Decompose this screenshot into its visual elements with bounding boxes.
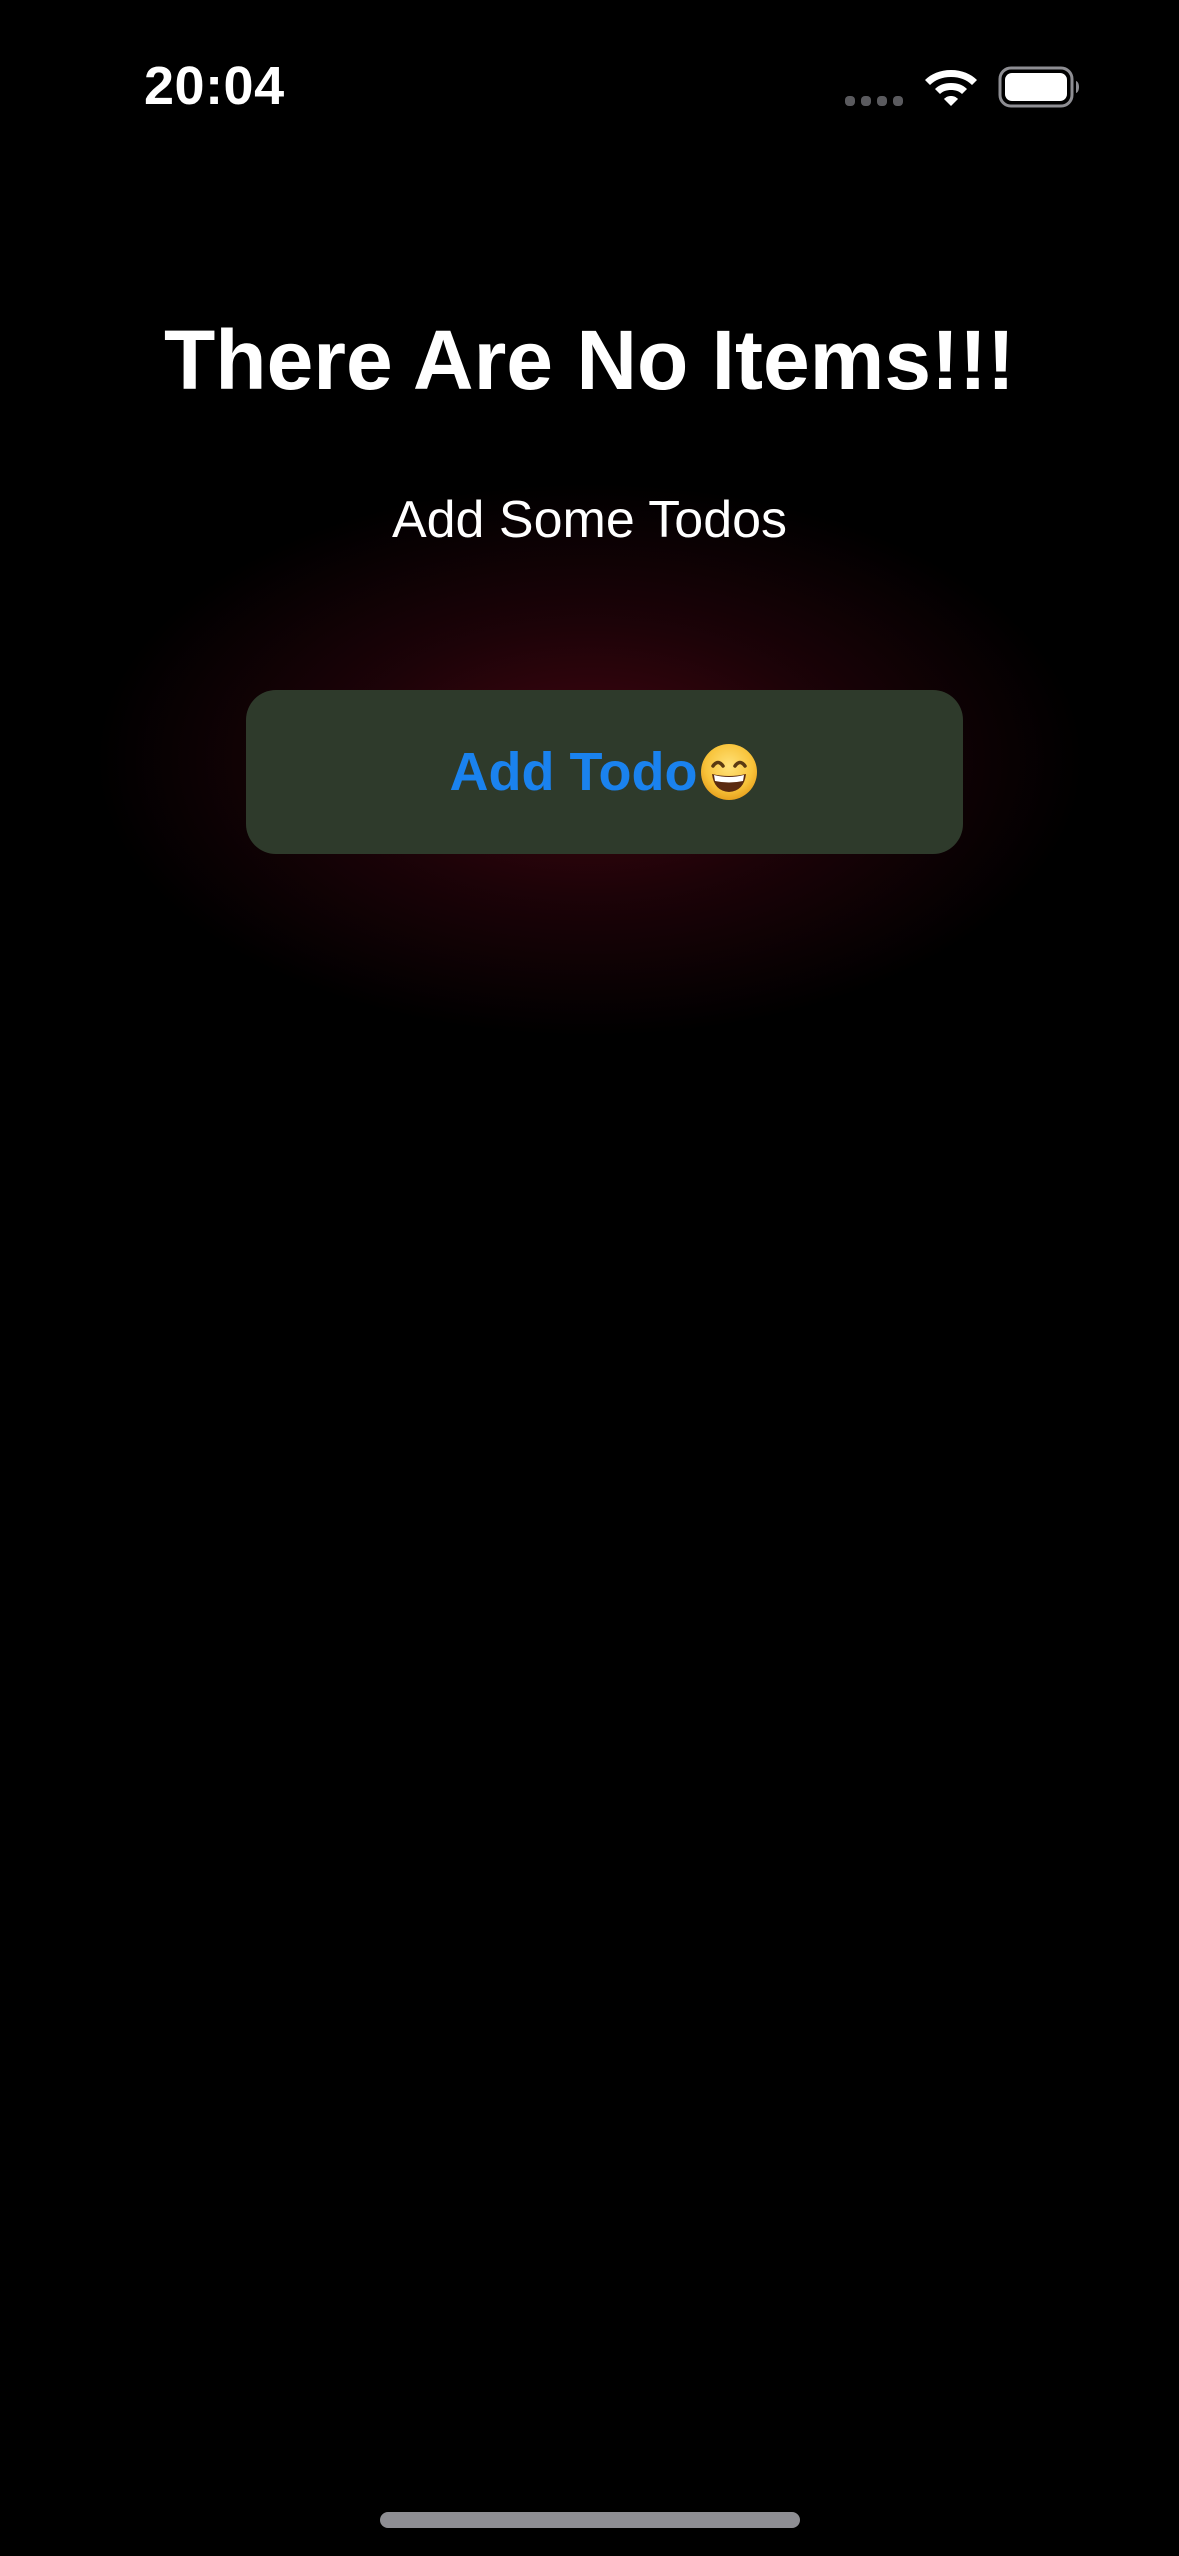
status-time: 20:04 [144, 56, 285, 116]
page-subtitle: Add Some Todos [391, 491, 788, 549]
page-title: There Are No Items!!! [163, 313, 1016, 407]
cellular-signal-icon [845, 96, 903, 106]
add-todo-label: Add Todo [449, 742, 698, 802]
wifi-icon [925, 70, 977, 106]
grinning-face-with-smiling-eyes-icon [701, 744, 758, 800]
add-todo-button[interactable]: Add Todo [246, 690, 963, 854]
home-indicator[interactable] [380, 2512, 800, 2528]
status-bar: 20:04 [0, 0, 1179, 176]
battery-icon [998, 66, 1079, 108]
